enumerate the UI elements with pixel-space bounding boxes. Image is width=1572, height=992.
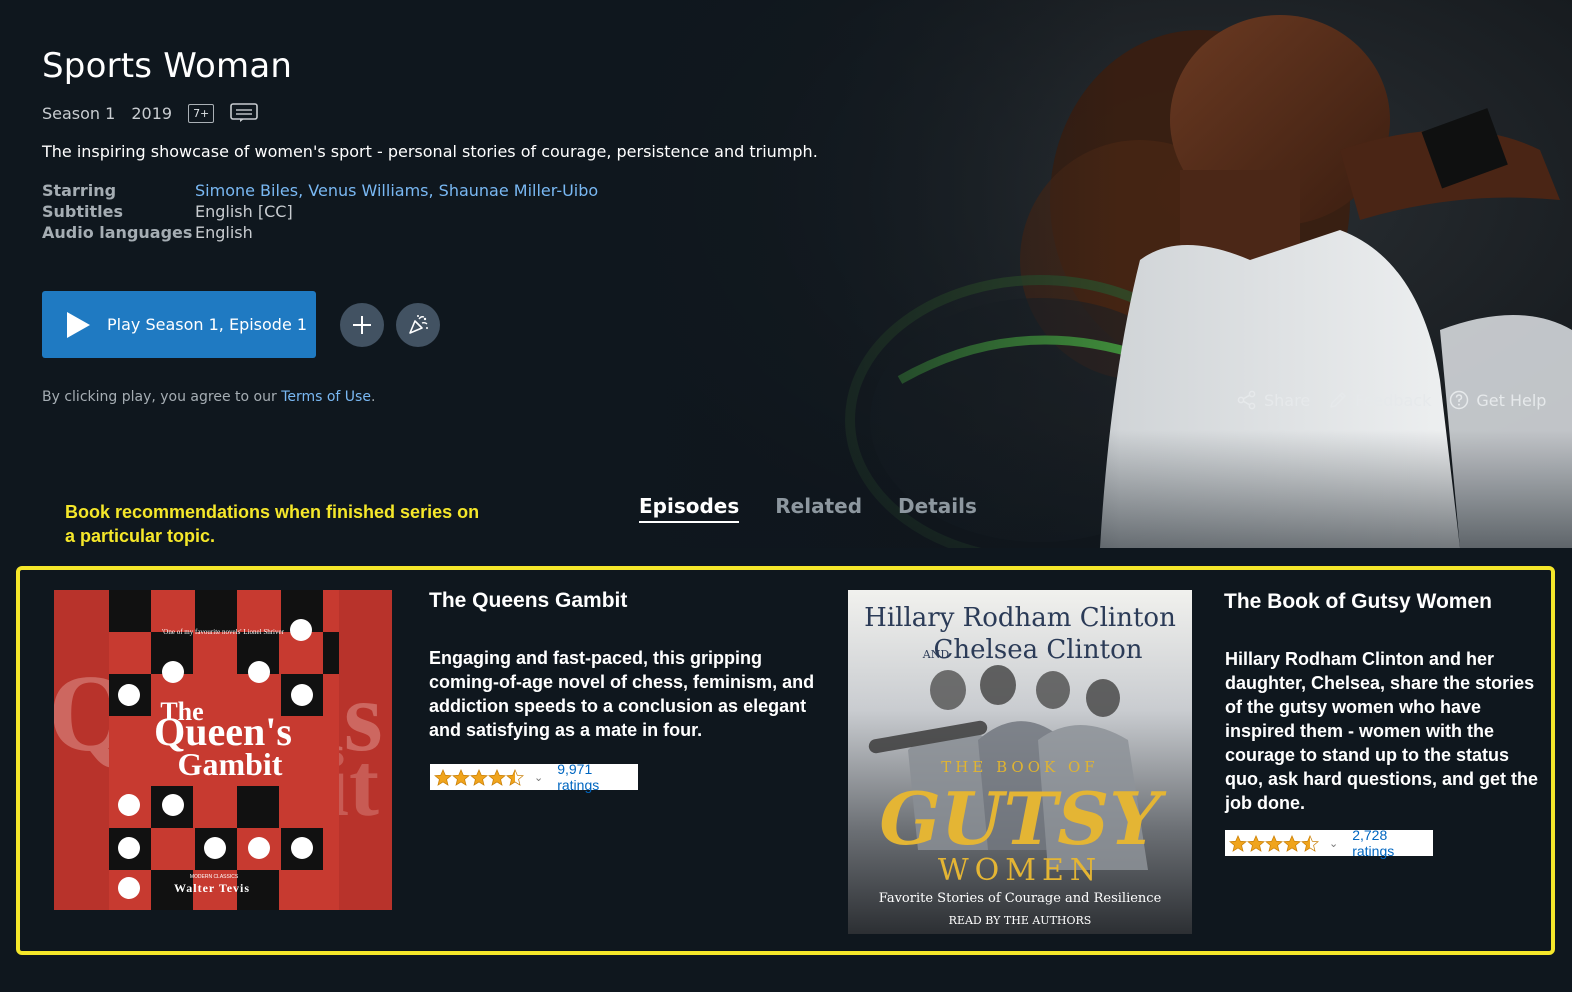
play-button[interactable]: Play Season 1, Episode 1 [42, 291, 316, 358]
tab-related[interactable]: Related [775, 494, 862, 523]
star-icon [488, 768, 506, 786]
book-description-queens-gambit: Engaging and fast-paced, this gripping c… [429, 648, 815, 740]
help-icon [1450, 390, 1469, 410]
ratings-count[interactable]: 9,971 ratings [557, 761, 634, 793]
content-tabs: Episodes Related Details [639, 494, 977, 523]
cover-title-word1: GUTSY [879, 776, 1167, 861]
meta-row: Season 1 2019 7+ [42, 102, 259, 124]
star-icon [452, 768, 470, 786]
star-icon [1229, 834, 1247, 852]
share-label: Share [1264, 390, 1311, 410]
star-icon [1265, 834, 1283, 852]
tab-episodes[interactable]: Episodes [639, 494, 740, 523]
cover-author-1: Hillary Rodham Clinton [864, 603, 1176, 633]
share-button[interactable]: Share [1237, 390, 1310, 410]
cover-read-by: READ BY THE AUTHORS [949, 914, 1092, 927]
play-button-label: Play Season 1, Episode 1 [107, 315, 308, 334]
feedback-button[interactable]: Feedback [1328, 390, 1431, 410]
plus-icon [353, 316, 371, 334]
ratings-widget-gutsy-women[interactable]: ⌄ 2,728 ratings [1225, 827, 1433, 859]
cover-quote: 'One of my favourite novels' Lionel Shri… [162, 628, 285, 636]
hero-section: Sports Woman Season 1 2019 7+ The inspir… [0, 0, 1572, 548]
subtitles-icon [230, 103, 259, 122]
star-icon [1283, 834, 1301, 852]
season-label: Season 1 [42, 103, 116, 123]
gutsy-women-cover-art: Hillary Rodham Clinton AND Chelsea Clint… [848, 590, 1192, 934]
pencil-icon [1330, 392, 1346, 408]
synopsis: The inspiring showcase of women's sport … [42, 142, 818, 161]
get-help-button[interactable]: Get Help [1449, 390, 1546, 410]
release-year: 2019 [131, 103, 173, 123]
actions-bar: Share Feedback Get Help [1237, 390, 1546, 410]
subtitles-value: English [CC] [195, 202, 293, 221]
tab-details[interactable]: Details [898, 494, 977, 523]
chevron-down-icon[interactable]: ⌄ [534, 771, 543, 784]
star-icon [1247, 834, 1265, 852]
details-list: Starring Simone Biles, Venus Williams, S… [42, 181, 598, 243]
queens-gambit-cover-art: Q is it 'One of my favourite novels' Lio… [54, 590, 392, 910]
terms-of-use-link[interactable]: Terms of Use [281, 389, 371, 405]
book-cover-gutsy-women[interactable]: Hillary Rodham Clinton AND Chelsea Clint… [848, 590, 1192, 934]
book-title-queens-gambit[interactable]: The Queens Gambit [429, 589, 627, 613]
ratings-count[interactable]: 2,728 ratings [1352, 827, 1429, 859]
play-icon [67, 311, 90, 338]
ratings-widget-queens-gambit[interactable]: ⌄ 9,971 ratings [430, 761, 638, 793]
cover-kicker: THE BOOK OF [941, 758, 1098, 776]
party-popper-icon [409, 315, 428, 334]
cover-tagline: Favorite Stories of Courage and Resilien… [879, 891, 1162, 906]
maturity-rating-badge: 7+ [188, 103, 215, 123]
audio-languages-value: English [195, 223, 253, 242]
cover-author-2: Chelsea Clinton [934, 635, 1143, 665]
star-rating [1229, 834, 1319, 852]
cover-title-word2: Gambit [178, 746, 283, 782]
show-title: Sports Woman [42, 46, 293, 86]
share-icon [1237, 390, 1256, 410]
book-description-gutsy-women: Hillary Rodham Clinton and her daughter,… [1225, 649, 1539, 813]
star-half-icon [1301, 834, 1319, 852]
cover-title-word2: WOMEN [938, 853, 1102, 888]
terms-notice: By clicking play, you agree to our Terms… [42, 389, 375, 405]
book-title-gutsy-women[interactable]: The Book of Gutsy Women [1224, 590, 1492, 614]
starring-label: Starring [42, 181, 117, 200]
add-to-watchlist-button[interactable] [340, 303, 384, 347]
star-icon [470, 768, 488, 786]
feedback-label: Feedback [1355, 390, 1432, 410]
watch-party-button[interactable] [396, 303, 440, 347]
book-cover-queens-gambit[interactable]: Q is it 'One of my favourite novels' Lio… [54, 590, 392, 910]
book-recommendations-panel: Q is it 'One of my favourite novels' Lio… [16, 566, 1555, 955]
star-icon [434, 768, 452, 786]
annotation-note: Book recommendations when finished serie… [65, 502, 480, 546]
audio-languages-label: Audio languages [42, 223, 193, 242]
cover-author: Walter Tevis [174, 881, 250, 895]
star-half-icon [506, 768, 524, 786]
chevron-down-icon[interactable]: ⌄ [1329, 837, 1338, 850]
get-help-label: Get Help [1476, 390, 1547, 410]
subtitles-label: Subtitles [42, 202, 124, 221]
star-rating [434, 768, 524, 786]
terms-prefix: By clicking play, you agree to our [42, 389, 282, 405]
cover-series: MODERN CLASSICS [190, 874, 239, 880]
terms-suffix: . [370, 389, 376, 405]
starring-links[interactable]: Simone Biles, Venus Williams, Shaunae Mi… [195, 181, 598, 201]
